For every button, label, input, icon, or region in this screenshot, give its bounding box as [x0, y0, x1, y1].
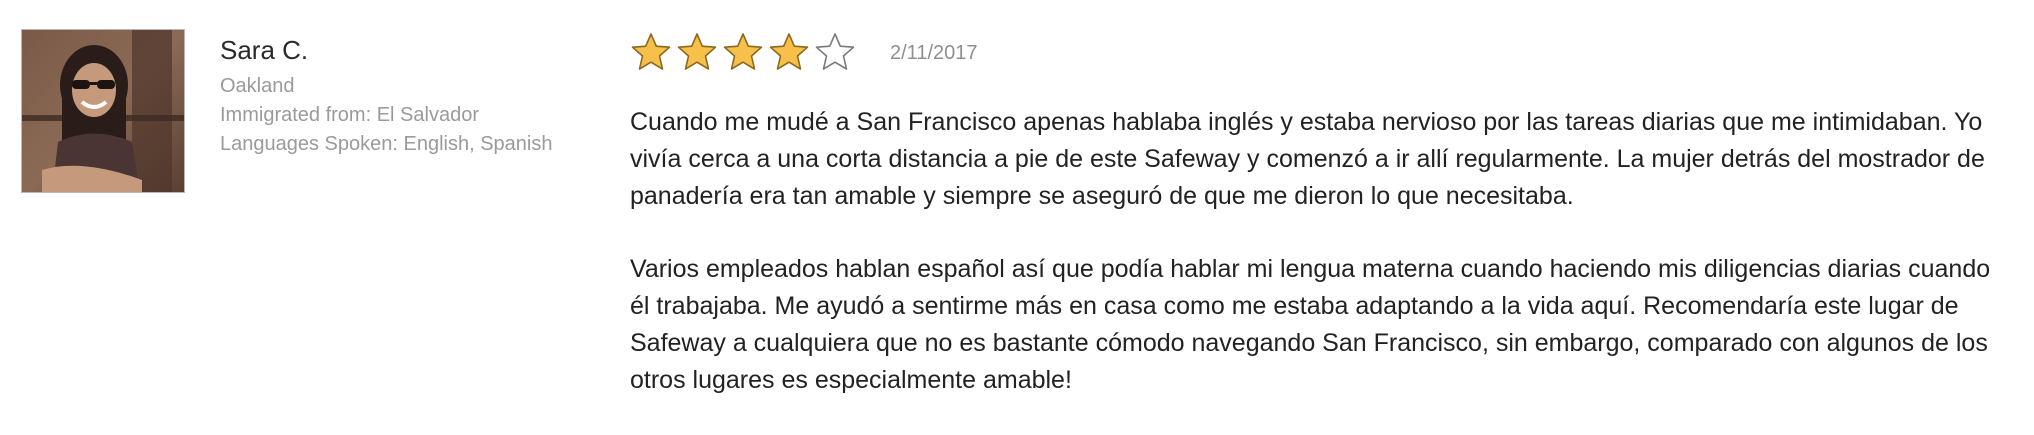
reviewer-name[interactable]: Sara C.	[220, 32, 600, 68]
review-paragraph: Varios empleados hablan español así que …	[630, 255, 1991, 394]
reviewer-location: Oakland	[220, 75, 295, 97]
reviewer-photo	[22, 30, 184, 192]
star-filled-icon	[769, 33, 809, 70]
review-paragraph: Cuando me mudé a San Francisco apenas ha…	[630, 108, 1985, 210]
star-rating	[630, 31, 860, 73]
review-content: 2/11/2017 Cuando me mudé a San Francisco…	[630, 30, 2010, 435]
reviewer-languages: Languages Spoken: English, Spanish	[220, 133, 553, 155]
review-text: Cuando me mudé a San Francisco apenas ha…	[630, 104, 2010, 399]
star-filled-icon	[677, 33, 717, 70]
reviewer-profile: Sara C. Oakland Immigrated from: El Salv…	[220, 32, 600, 159]
star-empty-icon	[815, 33, 855, 70]
star-filled-icon	[723, 33, 763, 70]
star-filled-icon	[631, 33, 671, 70]
review-card: Sara C. Oakland Immigrated from: El Salv…	[0, 0, 2034, 428]
review-date: 2/11/2017	[890, 41, 978, 64]
rating-row: 2/11/2017	[630, 30, 2010, 74]
reviewer-immigrated-from: Immigrated from: El Salvador	[220, 104, 479, 126]
avatar[interactable]	[21, 29, 185, 193]
